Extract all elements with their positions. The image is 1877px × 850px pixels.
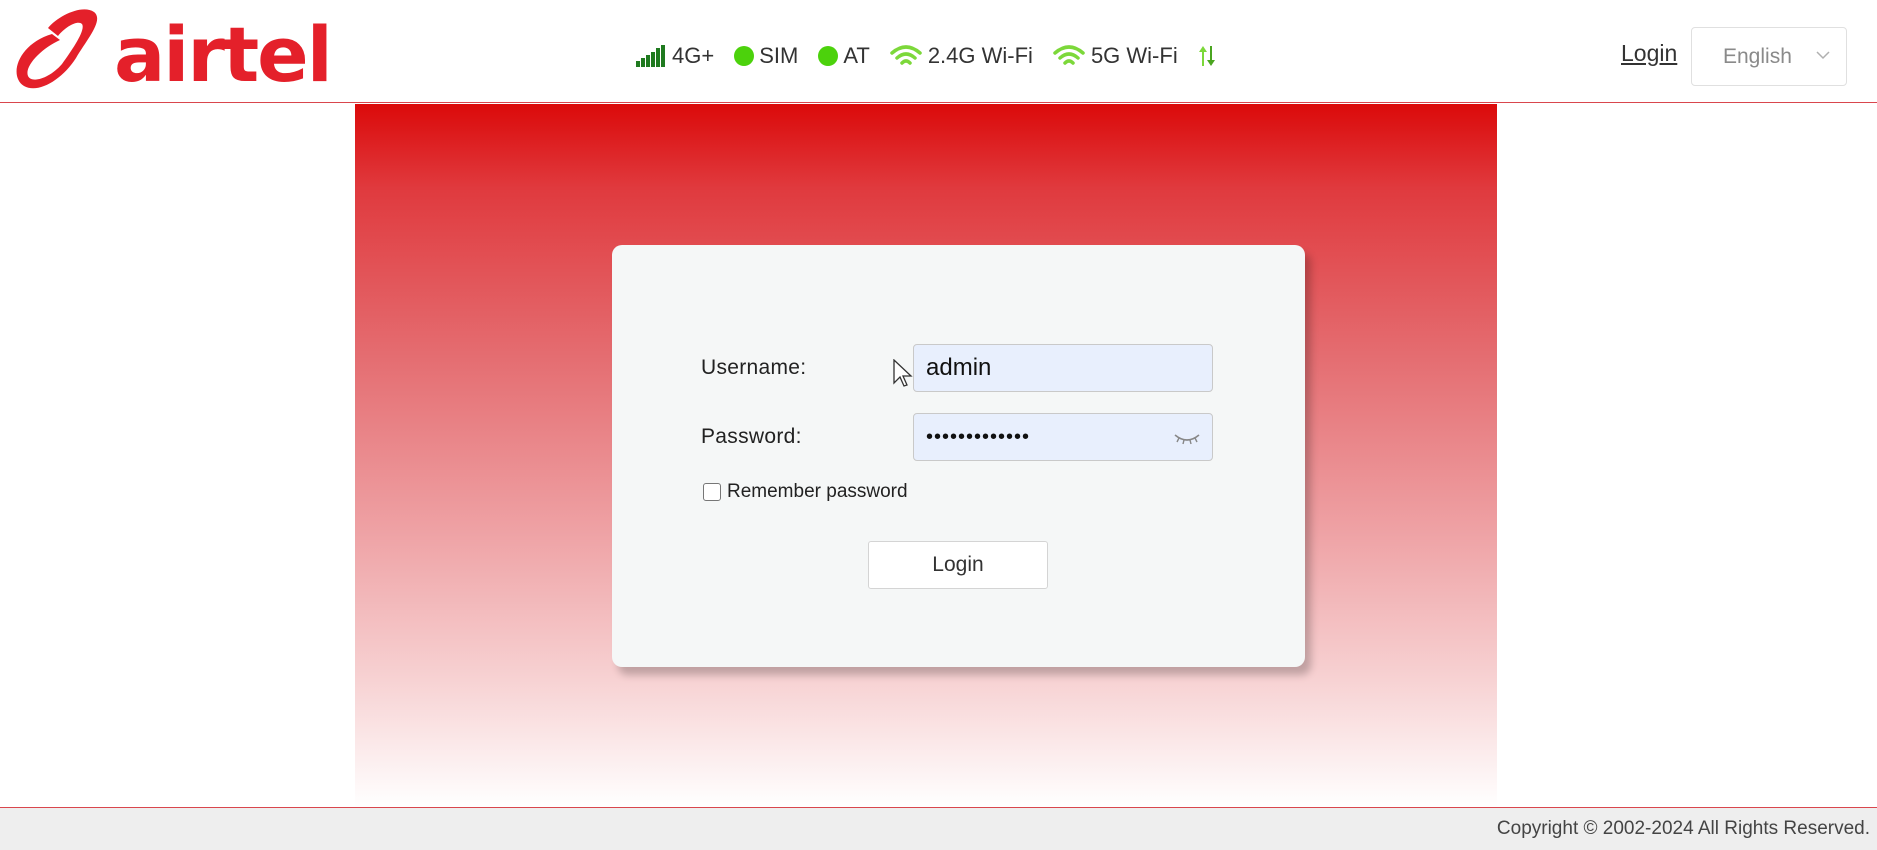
data-transfer-status (1198, 44, 1222, 68)
show-password-eye-icon[interactable] (1173, 429, 1201, 447)
at-label: AT (843, 43, 870, 68)
sim-status: SIM (734, 43, 798, 69)
username-input[interactable] (913, 344, 1213, 392)
footer: Copyright © 2002-2024 All Rights Reserve… (0, 807, 1877, 850)
header: airtel 4G+ SIM AT 2.4G Wi-Fi 5G Wi-Fi Lo… (0, 0, 1877, 103)
network-type-label: 4G+ (672, 43, 715, 68)
wifi-5-status: 5G Wi-Fi (1053, 43, 1178, 69)
header-login-link[interactable]: Login (1621, 40, 1677, 67)
at-status-dot-icon (818, 46, 839, 66)
wifi-24-status: 2.4G Wi-Fi (890, 43, 1033, 69)
chevron-down-icon (1816, 51, 1830, 60)
airtel-swirl-icon (16, 9, 98, 89)
password-label: Password: (701, 425, 802, 448)
wifi-icon (1053, 45, 1085, 65)
username-label: Username: (701, 356, 807, 379)
language-select[interactable]: English (1691, 27, 1847, 86)
at-status: AT (818, 43, 870, 69)
login-button[interactable]: Login (868, 541, 1048, 589)
wifi-24-label: 2.4G Wi-Fi (927, 43, 1033, 68)
wifi-5-label: 5G Wi-Fi (1090, 43, 1178, 68)
wifi-icon (890, 45, 922, 65)
login-card: Username: Password: Remember password Lo… (612, 245, 1305, 667)
remember-password-label: Remember password (727, 481, 908, 502)
status-bar: 4G+ SIM AT 2.4G Wi-Fi 5G Wi-Fi (636, 38, 1242, 74)
network-status: 4G+ (636, 43, 714, 69)
copyright-text: Copyright © 2002-2024 All Rights Reserve… (1496, 818, 1870, 839)
sim-label: SIM (759, 43, 799, 68)
mouse-cursor-icon (893, 359, 913, 387)
language-selected-value: English (1723, 44, 1792, 68)
brand-name: airtel (114, 10, 333, 99)
remember-password[interactable]: Remember password (703, 481, 908, 503)
remember-password-checkbox[interactable] (703, 483, 721, 501)
sim-status-dot-icon (734, 46, 755, 66)
airtel-logo: airtel (8, 6, 333, 99)
signal-strength-icon (636, 45, 665, 67)
data-transfer-arrows-icon (1198, 46, 1215, 66)
password-input[interactable] (913, 413, 1213, 461)
